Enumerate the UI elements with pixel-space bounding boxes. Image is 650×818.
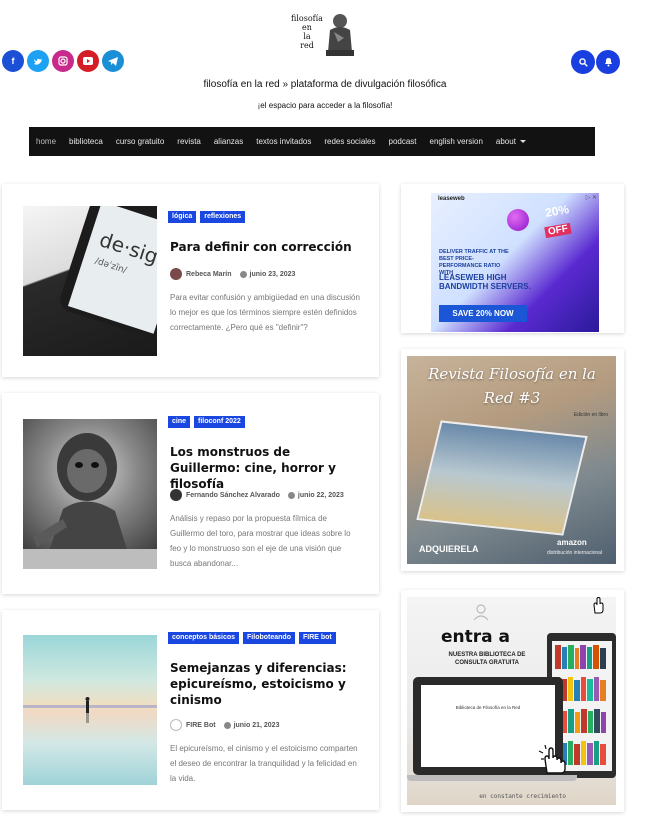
magazine-title: Revista Filosofía en la Red #3: [428, 365, 596, 407]
ad-brand: leaseweb: [438, 196, 465, 202]
thinker-statue-icon: [326, 14, 354, 56]
facebook-icon[interactable]: f: [2, 50, 24, 72]
post-excerpt: El epicureísmo, el cinismo y el estoicis…: [170, 744, 358, 783]
nav-item-alianzas[interactable]: alianzas: [214, 137, 243, 146]
post-date[interactable]: junio 23, 2023: [250, 271, 296, 278]
post-author[interactable]: Fernando Sánchez Alvarado: [186, 492, 280, 499]
post-card: cine filoconf 2022 Los monstruos de Guil…: [2, 393, 379, 594]
youtube-icon[interactable]: [77, 50, 99, 72]
nav-item-textos-invitados[interactable]: textos invitados: [256, 137, 311, 146]
site-logo[interactable]: filosofía en la red: [278, 12, 356, 56]
post-date[interactable]: junio 22, 2023: [298, 492, 344, 499]
post-tags: cine filoconf 2022: [168, 416, 245, 428]
post-tags: conceptos básicos Filoboteando FIRE bot: [168, 632, 336, 644]
avatar: [170, 489, 182, 501]
post-meta: Fernando Sánchez Alvarado junio 22, 2023: [170, 489, 344, 501]
library-footer: en constante crecimiento: [479, 793, 566, 800]
clock-icon: [239, 270, 247, 278]
nav-item-curso-gratuito[interactable]: curso gratuito: [116, 137, 164, 146]
bell-icon: [604, 58, 612, 67]
clock-icon: [223, 721, 231, 729]
library-heading: entra a: [441, 627, 511, 647]
magazine-banner[interactable]: Revista Filosofía en la Red #3 Edición e…: [407, 356, 616, 564]
tag-link[interactable]: cine: [168, 416, 191, 428]
post-tags: lógica reflexiones: [168, 211, 246, 223]
tag-link[interactable]: conceptos básicos: [168, 632, 240, 644]
post-title[interactable]: Los monstruos de Guillermo: cine, horror…: [170, 444, 360, 492]
post-meta: Rebeca Marín junio 23, 2023: [170, 268, 295, 280]
ad-cta-button[interactable]: SAVE 20% NOW: [439, 305, 527, 322]
tag-link[interactable]: filoconf 2022: [194, 416, 245, 428]
mouse-cursor-icon: [593, 596, 604, 614]
hand-pointer-icon: [538, 745, 566, 774]
tag-link[interactable]: FIRE bot: [298, 632, 336, 644]
tag-link[interactable]: Filoboteando: [243, 632, 295, 644]
telegram-icon[interactable]: [102, 50, 124, 72]
post-title[interactable]: Semejanzas y diferencias: epicureísmo, e…: [170, 660, 360, 708]
nav-item-about-label: about: [495, 137, 516, 146]
search-button[interactable]: [571, 50, 595, 74]
notifications-button[interactable]: [596, 50, 620, 74]
ad-close-icon[interactable]: ▷ ✕: [586, 194, 597, 201]
post-author[interactable]: Rebeca Marín: [186, 271, 232, 278]
laptop-screen-title: Biblioteca de Filosofía en la Red: [455, 705, 521, 710]
nav-item-home[interactable]: home: [36, 137, 56, 146]
post-excerpt: Para evitar confusión y ambigüedad en un…: [170, 293, 360, 332]
amazon-note: distribución internacional: [547, 550, 603, 556]
ad-badge: 20%: [543, 202, 571, 220]
sidebar-library-widget: entra a NUESTRA BIBLIOTECA DE CONSULTA G…: [401, 590, 624, 812]
nav-item-podcast[interactable]: podcast: [389, 137, 417, 146]
nav-item-biblioteca[interactable]: biblioteca: [69, 137, 103, 146]
main-nav: home biblioteca curso gratuito revista a…: [29, 127, 595, 156]
nav-item-about[interactable]: about: [496, 137, 526, 146]
library-subheading: NUESTRA BIBLIOTECA DE CONSULTA GRATUITA: [448, 652, 526, 666]
clock-icon: [287, 491, 295, 499]
instagram-icon[interactable]: [52, 50, 74, 72]
user-icon: [473, 604, 489, 621]
nav-item-revista[interactable]: revista: [177, 137, 201, 146]
sidebar-magazine-widget: Revista Filosofía en la Red #3 Edición e…: [401, 349, 624, 571]
twitter-icon[interactable]: [27, 50, 49, 72]
leaseweb-ad[interactable]: leaseweb ▷ ✕ 20% OFF DELIVER TRAFFIC AT …: [431, 193, 599, 332]
tag-link[interactable]: reflexiones: [200, 211, 246, 223]
post-excerpt: Análisis y repaso por la propuesta fílmi…: [170, 514, 351, 568]
tag-link[interactable]: lógica: [168, 211, 197, 223]
magazine-cover-image: [416, 420, 588, 536]
post-thumbnail[interactable]: [23, 419, 157, 569]
library-banner[interactable]: entra a NUESTRA BIBLIOTECA DE CONSULTA G…: [407, 597, 616, 805]
post-thumbnail[interactable]: [23, 635, 157, 785]
sidebar-ad-widget: leaseweb ▷ ✕ 20% OFF DELIVER TRAFFIC AT …: [401, 184, 624, 333]
magazine-cta[interactable]: ADQUIERELA: [419, 544, 479, 554]
social-links: f: [2, 50, 124, 72]
laptop-base: [407, 775, 577, 781]
search-icon: [578, 57, 588, 67]
ad-off-label: OFF: [544, 222, 572, 239]
amazon-logo: amazon: [557, 538, 587, 547]
post-card: conceptos básicos Filoboteando FIRE bot …: [2, 610, 379, 810]
avatar: [170, 719, 182, 731]
post-title[interactable]: Para definir con corrección: [170, 239, 360, 255]
ad-line-2: LEASEWEB HIGH BANDWIDTH SERVERS.: [439, 273, 531, 291]
site-tagline: filosofía en la red » plataforma de divu…: [203, 79, 447, 90]
post-card: de·sig /dəˈzīn/ lógica reflexiones Para …: [2, 184, 379, 377]
nav-item-redes-sociales[interactable]: redes sociales: [324, 137, 375, 146]
nav-item-english-version[interactable]: english version: [430, 137, 483, 146]
post-date[interactable]: junio 21, 2023: [234, 722, 280, 729]
post-meta: FIRE Bot junio 21, 2023: [170, 719, 279, 731]
magazine-subtitle: Edición en libro: [573, 412, 608, 418]
laptop-screen: Biblioteca de Filosofía en la Red: [421, 685, 555, 767]
avatar: [170, 268, 182, 280]
site-subline: ¡el espacio para acceder a la filosofía!: [257, 101, 393, 110]
ad-sphere-graphic: [507, 209, 529, 231]
post-author[interactable]: FIRE Bot: [186, 722, 216, 729]
post-thumbnail[interactable]: de·sig /dəˈzīn/: [23, 206, 157, 356]
chevron-down-icon: [519, 140, 526, 144]
